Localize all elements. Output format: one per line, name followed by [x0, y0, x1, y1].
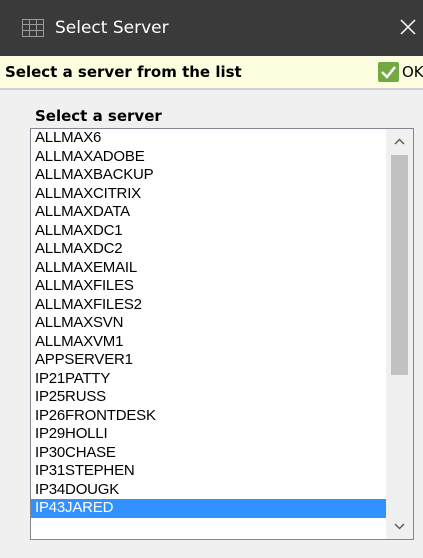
list-item[interactable]: ALLMAXEMAIL	[31, 259, 386, 278]
list-item[interactable]: ALLMAXBACKUP	[31, 166, 386, 185]
list-item-selected[interactable]: IP43JARED	[31, 499, 386, 518]
list-item[interactable]: ALLMAXADOBE	[31, 148, 386, 167]
list-item[interactable]: IP29HOLLI	[31, 425, 386, 444]
vertical-scrollbar[interactable]	[386, 129, 413, 539]
scroll-down-button[interactable]	[386, 513, 413, 539]
list-item[interactable]: IP25RUSS	[31, 388, 386, 407]
chevron-up-icon	[394, 138, 405, 145]
ok-label: OK	[402, 63, 423, 81]
list-item[interactable]: IP21PATTY	[31, 370, 386, 389]
divider	[0, 88, 423, 90]
list-item[interactable]: ALLMAX6	[31, 129, 386, 148]
list-item[interactable]: ALLMAXSVN	[31, 314, 386, 333]
select-server-dialog: Select Server Select a server from the l…	[0, 0, 423, 558]
instruction-bar: Select a server from the list OK	[0, 56, 423, 88]
instruction-text: Select a server from the list	[5, 63, 242, 81]
scroll-up-button[interactable]	[386, 129, 413, 155]
list-item[interactable]: ALLMAXFILES	[31, 277, 386, 296]
ok-button[interactable]: OK	[378, 59, 423, 85]
chevron-down-icon	[394, 523, 405, 530]
list-item[interactable]: APPSERVER1	[31, 351, 386, 370]
list-item[interactable]: IP31STEPHEN	[31, 462, 386, 481]
list-item[interactable]: ALLMAXDC1	[31, 222, 386, 241]
grid-table-icon	[22, 19, 44, 37]
close-button[interactable]	[396, 15, 420, 39]
checkmark-icon	[378, 62, 399, 82]
title-bar: Select Server	[0, 0, 423, 56]
server-list: ALLMAX6 ALLMAXADOBE ALLMAXBACKUP ALLMAXCITR…	[31, 129, 386, 518]
list-item[interactable]: IP26FRONTDESK	[31, 407, 386, 426]
scroll-thumb[interactable]	[391, 155, 408, 375]
close-icon	[400, 19, 416, 35]
list-item[interactable]: ALLMAXFILES2	[31, 296, 386, 315]
list-item[interactable]: IP30CHASE	[31, 444, 386, 463]
list-item[interactable]: ALLMAXVM1	[31, 333, 386, 352]
list-item[interactable]: IP34DOUGK	[31, 481, 386, 500]
list-item[interactable]: ALLMAXDATA	[31, 203, 386, 222]
list-label: Select a server	[35, 107, 162, 125]
list-item[interactable]: ALLMAXCITRIX	[31, 185, 386, 204]
server-listbox[interactable]: ALLMAX6 ALLMAXADOBE ALLMAXBACKUP ALLMAXCITR…	[30, 128, 414, 540]
window-title: Select Server	[55, 18, 169, 38]
list-item[interactable]: ALLMAXDC2	[31, 240, 386, 259]
